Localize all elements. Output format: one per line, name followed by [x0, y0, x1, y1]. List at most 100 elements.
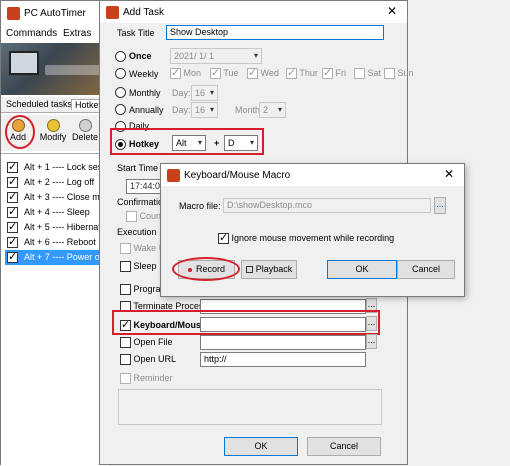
- list-item[interactable]: Alt + 5 ---- Hibernate: [5, 220, 99, 235]
- dialog-icon: [106, 5, 119, 19]
- monthly-label: Monthly: [129, 88, 161, 98]
- task-title-label: Task Title: [117, 28, 155, 38]
- watermark-graphic: [45, 65, 101, 75]
- row-checkbox[interactable]: [7, 190, 18, 205]
- row-checkbox[interactable]: [7, 250, 18, 265]
- macro-file-label: Macro file:: [179, 201, 221, 211]
- delete-label: Delete: [71, 132, 98, 142]
- open-file-browse-button[interactable]: ...: [366, 334, 377, 349]
- add-task-ok-button[interactable]: OK: [224, 437, 298, 456]
- close-icon[interactable]: ✕: [434, 164, 464, 186]
- row-checkbox[interactable]: [7, 220, 18, 235]
- list-item[interactable]: Alt + 1 ---- Lock session: [5, 160, 99, 175]
- calendar-icon: ▾: [253, 51, 258, 60]
- weekday-checkboxes: Mon Tue Wed Thur Fri Sat Sun: [170, 66, 414, 82]
- row-checkbox[interactable]: [7, 160, 18, 175]
- day-thur[interactable]: Thur: [286, 66, 318, 80]
- row-text: Alt + 5 ---- Hibernate: [24, 222, 99, 232]
- monitor-graphic: [9, 51, 39, 75]
- macro-file-browse-button[interactable]: ...: [434, 197, 446, 214]
- chevron-down-icon: ▾: [209, 88, 214, 97]
- monthly-radio[interactable]: [115, 87, 126, 98]
- row-text: Alt + 7 ---- Power off: [24, 252, 99, 262]
- menu-extras[interactable]: Extras: [63, 28, 91, 39]
- open-file-checkbox[interactable]: Open File: [120, 337, 173, 349]
- once-label: Once: [129, 51, 152, 61]
- tab-scheduled-tasks[interactable]: Scheduled tasks: [6, 99, 72, 109]
- macro-cancel-button[interactable]: Cancel: [397, 260, 455, 279]
- modify-button[interactable]: Modify: [39, 117, 67, 147]
- day-tue[interactable]: Tue: [210, 66, 239, 80]
- weekly-radio[interactable]: [115, 68, 126, 79]
- day-sun[interactable]: Sun: [384, 68, 414, 80]
- list-item[interactable]: Alt + 2 ---- Log off: [5, 175, 99, 190]
- macro-dialog: Keyboard/Mouse Macro ✕ Macro file: D:\sh…: [160, 163, 465, 297]
- main-window-title: PC AutoTimer: [24, 7, 86, 19]
- modify-label: Modify: [39, 132, 67, 142]
- ignore-mouse-label: Ignore mouse movement while recording: [231, 233, 395, 243]
- reminder-checkbox[interactable]: Reminder: [120, 373, 173, 385]
- open-file-label: Open File: [133, 337, 173, 347]
- menu-commands[interactable]: Commands: [6, 28, 57, 39]
- row-text: Alt + 3 ---- Close monitor: [24, 192, 99, 202]
- record-highlight: [172, 257, 240, 281]
- hotkey-list: Alt + 1 ---- Lock session Alt + 2 ---- L…: [1, 153, 109, 466]
- annual-month-value: 2: [263, 105, 269, 115]
- add-task-title: Add Task: [123, 6, 164, 18]
- row-text: Alt + 2 ---- Log off: [24, 177, 95, 187]
- hotkey-highlight: [110, 128, 264, 155]
- day-sat[interactable]: Sat: [354, 68, 381, 80]
- add-task-cancel-button[interactable]: Cancel: [307, 437, 381, 456]
- open-file-input[interactable]: [200, 335, 366, 350]
- list-item[interactable]: Alt + 6 ---- Reboot: [5, 235, 99, 250]
- reminder-area: [118, 389, 382, 425]
- row-text: Alt + 1 ---- Lock session: [24, 162, 99, 172]
- row-checkbox[interactable]: [7, 175, 18, 190]
- open-url-checkbox[interactable]: Open URL: [120, 354, 176, 366]
- playback-icon: [245, 266, 253, 274]
- dialog-icon: [167, 168, 180, 182]
- row-checkbox[interactable]: [7, 205, 18, 220]
- open-url-input[interactable]: http://: [200, 352, 366, 367]
- day-fri[interactable]: Fri: [322, 66, 346, 80]
- count-checkbox[interactable]: Count: [126, 211, 164, 223]
- playback-button[interactable]: Playback: [241, 260, 297, 279]
- modify-icon: [46, 119, 60, 132]
- monthly-day-value: 16: [195, 88, 206, 98]
- ignore-mouse-checkbox[interactable]: Ignore mouse movement while recording: [218, 231, 395, 245]
- day-wed[interactable]: Wed: [247, 66, 279, 80]
- annually-radio[interactable]: [115, 104, 126, 115]
- reminder-label: Reminder: [133, 373, 173, 383]
- add-highlight: [5, 115, 35, 149]
- annual-day-label: Day:: [172, 105, 191, 115]
- row-checkbox[interactable]: [7, 235, 18, 250]
- list-item[interactable]: Alt + 4 ---- Sleep: [5, 205, 99, 220]
- tab-strip: Scheduled tasks Hotkey a: [1, 97, 115, 113]
- monthly-day-select[interactable]: 16 ▾: [191, 85, 218, 101]
- annual-month-select[interactable]: 2 ▾: [259, 102, 286, 118]
- main-titlebar: PC AutoTimer: [1, 1, 107, 25]
- delete-icon: [78, 119, 92, 132]
- keyboard-mouse-highlight: [112, 310, 380, 335]
- start-time-label: Start Time: [117, 163, 159, 173]
- macro-ok-button[interactable]: OK: [327, 260, 397, 279]
- list-item[interactable]: Alt + 3 ---- Close monitor: [5, 190, 99, 205]
- once-date-value: 2021/ 1/ 1: [174, 51, 215, 61]
- banner-image: [1, 43, 109, 95]
- close-icon[interactable]: ✕: [377, 1, 407, 23]
- list-item-selected[interactable]: Alt + 7 ---- Power off: [5, 250, 99, 265]
- task-title-input[interactable]: Show Desktop: [166, 25, 384, 40]
- main-window: PC AutoTimer Commands Extras Scheduled t…: [0, 0, 115, 466]
- once-radio[interactable]: [115, 51, 126, 62]
- monthly-day-label: Day:: [172, 88, 191, 98]
- chevron-down-icon: ▾: [209, 105, 214, 114]
- annual-day-select[interactable]: 16 ▾: [191, 102, 218, 118]
- sleep-checkbox[interactable]: Sleep: [120, 261, 157, 273]
- once-date-picker[interactable]: 2021/ 1/ 1 ▾: [170, 48, 262, 64]
- day-mon[interactable]: Mon: [170, 66, 201, 80]
- row-text: Alt + 6 ---- Reboot: [24, 237, 96, 247]
- annual-day-value: 16: [195, 105, 206, 115]
- macro-file-input[interactable]: D:\showDesktop.mco: [223, 198, 431, 213]
- app-icon: [7, 6, 20, 20]
- delete-button[interactable]: Delete: [71, 117, 99, 147]
